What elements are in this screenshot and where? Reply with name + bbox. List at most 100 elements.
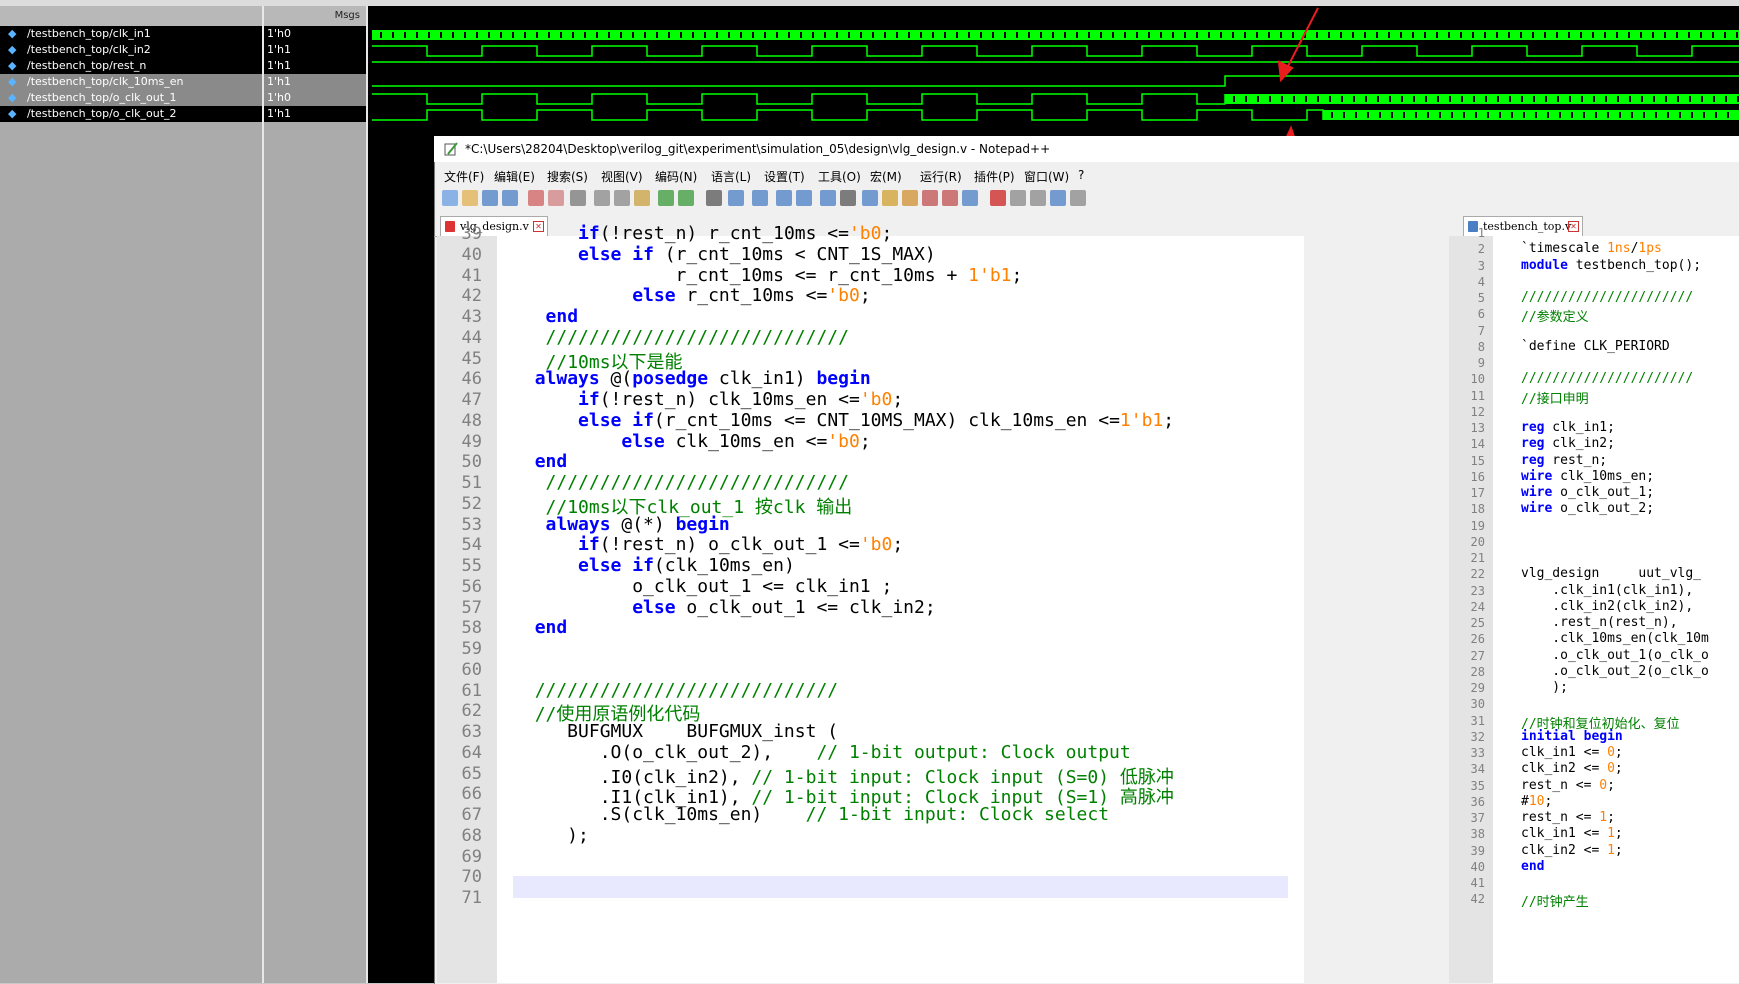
toolbar-icon[interactable] bbox=[462, 190, 478, 206]
code-line[interactable]: reg clk_in2; bbox=[1521, 436, 1615, 451]
code-line[interactable]: reg rest_n; bbox=[1521, 453, 1607, 468]
code-line[interactable]: else clk_10ms_en <='b0; bbox=[513, 431, 870, 452]
toolbar-icon[interactable] bbox=[990, 190, 1006, 206]
code-line[interactable]: //接口申明 bbox=[1521, 388, 1589, 407]
toolbar-icon[interactable] bbox=[548, 190, 564, 206]
code-line[interactable]: if(!rest_n) clk_10ms_en <='b0; bbox=[513, 389, 903, 410]
code-line[interactable]: .o_clk_out_1(o_clk_o bbox=[1521, 648, 1709, 663]
code-line[interactable]: //参数定义 bbox=[1521, 306, 1589, 325]
toolbar-icon[interactable] bbox=[752, 190, 768, 206]
toolbar-icon[interactable] bbox=[820, 190, 836, 206]
code-line[interactable]: wire o_clk_out_2; bbox=[1521, 501, 1654, 516]
code-line[interactable]: o_clk_out_1 <= clk_in1 ; bbox=[513, 576, 892, 597]
code-line[interactable]: ); bbox=[513, 825, 589, 846]
code-line[interactable]: else if(r_cnt_10ms <= CNT_10MS_MAX) clk_… bbox=[513, 410, 1174, 431]
code-line[interactable]: #10; bbox=[1521, 794, 1552, 809]
toolbar-icon[interactable] bbox=[482, 190, 498, 206]
left-fold-margin[interactable] bbox=[497, 236, 513, 983]
notepad-title-bar[interactable]: *C:\Users\28204\Desktop\verilog_git\expe… bbox=[434, 136, 1739, 162]
toolbar-icon[interactable] bbox=[1050, 190, 1066, 206]
toolbar-icon[interactable] bbox=[678, 190, 694, 206]
toolbar-icon[interactable] bbox=[1010, 190, 1026, 206]
code-line[interactable]: //时钟产生 bbox=[1521, 891, 1589, 910]
code-line[interactable]: .O(o_clk_out_2), // 1-bit output: Clock … bbox=[513, 742, 1131, 763]
code-line[interactable]: clk_in1 <= 0; bbox=[1521, 745, 1623, 760]
code-line[interactable]: if(!rest_n) r_cnt_10ms <='b0; bbox=[513, 223, 892, 244]
menu-item[interactable]: 插件(P) bbox=[974, 168, 1015, 185]
toolbar-icon[interactable] bbox=[922, 190, 938, 206]
toolbar-icon[interactable] bbox=[1070, 190, 1086, 206]
code-line[interactable]: BUFGMUX BUFGMUX_inst ( bbox=[513, 721, 838, 742]
toolbar-icon[interactable] bbox=[706, 190, 722, 206]
menu-item[interactable]: 文件(F) bbox=[444, 168, 484, 185]
toolbar-icon[interactable] bbox=[442, 190, 458, 206]
menu-item[interactable]: 视图(V) bbox=[601, 168, 643, 185]
code-line[interactable]: always @(*) begin bbox=[513, 514, 730, 535]
code-line[interactable]: `timescale 1ns/1ps bbox=[1521, 241, 1662, 256]
toolbar-icon[interactable] bbox=[634, 190, 650, 206]
code-line[interactable]: always @(posedge clk_in1) begin bbox=[513, 368, 871, 389]
menu-item[interactable]: 宏(M) bbox=[870, 168, 902, 185]
close-tab-icon[interactable]: ✕ bbox=[1568, 221, 1579, 232]
toolbar-icon[interactable] bbox=[942, 190, 958, 206]
code-line[interactable]: //////////////////////////// bbox=[513, 327, 849, 348]
toolbar-icon[interactable] bbox=[658, 190, 674, 206]
menu-item[interactable]: 语言(L) bbox=[711, 168, 751, 185]
code-line[interactable]: r_cnt_10ms <= r_cnt_10ms + 1'b1; bbox=[513, 265, 1023, 286]
menu-item[interactable]: 设置(T) bbox=[764, 168, 805, 185]
code-line[interactable]: .clk_10ms_en(clk_10m bbox=[1521, 631, 1709, 646]
code-line[interactable]: else r_cnt_10ms <='b0; bbox=[513, 285, 870, 306]
code-line[interactable]: //////////////////////////// bbox=[513, 472, 849, 493]
toolbar-icon[interactable] bbox=[962, 190, 978, 206]
toolbar-icon[interactable] bbox=[776, 190, 792, 206]
menu-item[interactable]: 搜索(S) bbox=[547, 168, 588, 185]
code-line[interactable]: ////////////////////// bbox=[1521, 371, 1693, 386]
toolbar-icon[interactable] bbox=[796, 190, 812, 206]
code-line[interactable]: ////////////////////// bbox=[1521, 290, 1693, 305]
toolbar-icon[interactable] bbox=[1030, 190, 1046, 206]
menu-item[interactable]: ? bbox=[1078, 168, 1084, 182]
code-line[interactable]: clk_in2 <= 0; bbox=[1521, 761, 1623, 776]
menu-item[interactable]: 编辑(E) bbox=[494, 168, 535, 185]
code-line[interactable]: .rest_n(rest_n), bbox=[1521, 615, 1677, 630]
code-line[interactable]: wire clk_10ms_en; bbox=[1521, 469, 1654, 484]
view-splitter[interactable] bbox=[1442, 214, 1449, 983]
menu-item[interactable]: 编码(N) bbox=[655, 168, 697, 185]
code-line[interactable]: rest_n <= 1; bbox=[1521, 810, 1615, 825]
code-line[interactable]: end bbox=[513, 306, 579, 327]
toolbar-icon[interactable] bbox=[882, 190, 898, 206]
code-line[interactable]: vlg_design uut_vlg_ bbox=[1521, 566, 1701, 581]
code-line[interactable]: end bbox=[513, 617, 568, 638]
code-line[interactable]: .clk_in2(clk_in2), bbox=[1521, 599, 1693, 614]
code-line[interactable]: end bbox=[513, 451, 568, 472]
menu-item[interactable]: 工具(O) bbox=[818, 168, 861, 185]
code-line[interactable]: clk_in1 <= 1; bbox=[1521, 826, 1623, 841]
code-line[interactable]: rest_n <= 0; bbox=[1521, 778, 1615, 793]
code-line[interactable]: `define CLK_PERIORD bbox=[1521, 339, 1670, 354]
code-line[interactable]: clk_in2 <= 1; bbox=[1521, 843, 1623, 858]
code-line[interactable]: initial begin bbox=[1521, 729, 1623, 744]
code-line[interactable]: if(!rest_n) o_clk_out_1 <='b0; bbox=[513, 534, 903, 555]
menu-item[interactable]: 运行(R) bbox=[920, 168, 962, 185]
code-line[interactable]: .o_clk_out_2(o_clk_o bbox=[1521, 664, 1709, 679]
code-line[interactable]: wire o_clk_out_1; bbox=[1521, 485, 1654, 500]
toolbar-icon[interactable] bbox=[840, 190, 856, 206]
code-line[interactable]: ); bbox=[1521, 680, 1568, 695]
toolbar-icon[interactable] bbox=[502, 190, 518, 206]
code-line[interactable]: .clk_in1(clk_in1), bbox=[1521, 583, 1693, 598]
toolbar-icon[interactable] bbox=[528, 190, 544, 206]
toolbar-icon[interactable] bbox=[570, 190, 586, 206]
code-line[interactable]: .S(clk_10ms_en) // 1-bit input: Clock se… bbox=[513, 804, 1109, 825]
left-editor-scrollbar[interactable] bbox=[1430, 236, 1442, 983]
code-line[interactable]: reg clk_in1; bbox=[1521, 420, 1615, 435]
code-line[interactable]: else o_clk_out_1 <= clk_in2; bbox=[513, 597, 935, 618]
code-line[interactable]: //////////////////////////// bbox=[513, 680, 838, 701]
toolbar-icon[interactable] bbox=[902, 190, 918, 206]
menu-item[interactable]: 窗口(W) bbox=[1024, 168, 1069, 185]
code-line[interactable]: module testbench_top(); bbox=[1521, 258, 1701, 273]
toolbar-icon[interactable] bbox=[594, 190, 610, 206]
code-line[interactable]: else if (r_cnt_10ms < CNT_1S_MAX) bbox=[513, 244, 936, 265]
code-line[interactable]: end bbox=[1521, 859, 1544, 874]
toolbar-icon[interactable] bbox=[614, 190, 630, 206]
toolbar-icon[interactable] bbox=[728, 190, 744, 206]
